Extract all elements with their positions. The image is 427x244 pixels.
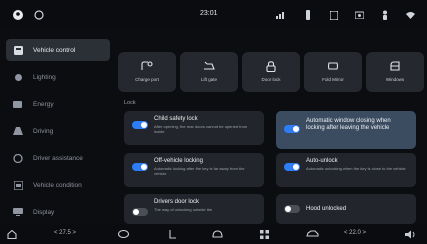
temp-right[interactable]: < 22.0 >	[344, 230, 366, 236]
steering-icon	[12, 125, 24, 137]
setting-title: Drivers door lock	[154, 199, 200, 205]
setting-card-child-safety-lock: Child safety lock After opening, the rea…	[124, 111, 264, 145]
wifi-icon	[404, 9, 416, 21]
setting-card-off-vehicle-locking: Off-vehicle locking Automatic locking af…	[124, 153, 264, 187]
sidebar-item-vehicle-condition[interactable]: Vehicle condition	[6, 174, 110, 196]
sidebar-item-lighting[interactable]: Lighting	[6, 66, 110, 88]
bottom-bar: < 27.5 > < 22.0 >	[0, 224, 427, 244]
setting-desc: The way of unlocking outside the	[154, 207, 213, 212]
setting-title: Automatic window closing when locking af…	[306, 118, 391, 131]
setting-card-hood-unlocked: Hood unlocked	[276, 194, 416, 224]
lift-gate-label: Lift gate	[200, 77, 217, 82]
car-icon	[12, 44, 24, 56]
sidebar-item-label: Display	[33, 208, 55, 216]
lift-gate-icon	[180, 59, 238, 73]
sidebar-item-label: Energy	[33, 100, 54, 108]
car-climate-icon[interactable]	[304, 228, 320, 240]
shield-icon[interactable]	[33, 9, 45, 21]
fan-icon[interactable]	[165, 228, 179, 240]
setting-title: Auto-unlock	[306, 158, 338, 164]
sidebar: Vehicle control Lighting Energy Driving …	[0, 30, 112, 224]
display-icon	[12, 206, 24, 218]
auto-unlock-toggle[interactable]	[284, 163, 300, 171]
fold-mirror-button[interactable]: Fold Mirror	[304, 52, 362, 92]
door-lock-label: Door lock	[261, 77, 281, 82]
lock-icon	[242, 59, 300, 73]
child-safety-lock-toggle[interactable]	[132, 121, 148, 129]
sidebar-item-label: Lighting	[33, 73, 56, 81]
battery-icon	[12, 98, 24, 110]
clock: 23:01	[200, 10, 218, 17]
seat-heat-left-icon[interactable]	[116, 228, 130, 240]
section-title-lock: Lock	[124, 100, 136, 106]
profile-icon[interactable]	[12, 9, 24, 21]
drivers-door-lock-toggle[interactable]	[132, 208, 148, 216]
setting-desc: After opening, the rear doors cannot be …	[154, 124, 248, 134]
setting-card-drivers-door-lock: Drivers door lock The way of unlocking o…	[124, 194, 264, 224]
setting-desc: Automatic unlocking when the key is clos…	[306, 166, 406, 171]
setting-title: Hood unlocked	[306, 206, 347, 212]
window-icon	[366, 59, 424, 73]
sidebar-item-energy[interactable]: Energy	[6, 93, 110, 115]
person-icon	[379, 9, 391, 21]
condition-icon	[12, 179, 24, 191]
bluetooth-icon	[328, 9, 340, 21]
main-panel: Charge port Lift gate Door lock Fold Mir…	[118, 30, 427, 224]
apps-icon[interactable]	[257, 228, 271, 240]
camera-icon	[353, 9, 365, 21]
charge-port-button[interactable]: Charge port	[118, 52, 176, 92]
sidebar-item-label: Vehicle control	[33, 46, 76, 54]
temp-left[interactable]: < 27.5 >	[54, 230, 76, 236]
charge-port-icon	[118, 59, 176, 73]
signal-icon	[275, 9, 287, 21]
setting-title: Child safety lock	[154, 116, 198, 122]
sidebar-item-label: Driving	[33, 127, 54, 135]
charge-port-label: Charge port	[135, 77, 159, 82]
mirror-icon	[304, 59, 362, 73]
setting-desc: Automatic locking after the key is far a…	[154, 166, 245, 176]
light-icon	[12, 71, 24, 83]
assist-icon	[12, 152, 24, 164]
sidebar-item-driving[interactable]: Driving	[6, 120, 110, 142]
usb-icon	[302, 9, 314, 21]
door-lock-button[interactable]: Door lock	[242, 52, 300, 92]
lift-gate-button[interactable]: Lift gate	[180, 52, 238, 92]
setting-card-auto-unlock: Auto-unlock Automatic unlocking when the…	[276, 153, 416, 187]
defrost-icon[interactable]	[210, 228, 224, 240]
sidebar-item-driver-assistance[interactable]: Driver assistance	[6, 147, 110, 169]
sidebar-item-label: Driver assistance	[33, 154, 83, 162]
setting-card-auto-window-closing: Automatic window closing when locking af…	[276, 111, 416, 149]
sidebar-item-display[interactable]: Display	[6, 201, 110, 223]
status-bar: 23:01	[0, 0, 427, 30]
off-vehicle-locking-toggle[interactable]	[132, 163, 148, 171]
volume-icon[interactable]	[404, 228, 418, 240]
auto-window-closing-toggle[interactable]	[284, 125, 300, 133]
sidebar-item-vehicle-control[interactable]: Vehicle control	[6, 39, 110, 61]
setting-title: Off-vehicle locking	[154, 158, 203, 164]
windows-label: Windows	[385, 77, 405, 82]
windows-button[interactable]: Windows	[366, 52, 424, 92]
hood-unlocked-toggle[interactable]	[284, 205, 300, 213]
home-icon[interactable]	[6, 228, 18, 240]
fold-mirror-label: Fold Mirror	[322, 77, 344, 82]
sidebar-item-label: Vehicle condition	[33, 181, 82, 189]
